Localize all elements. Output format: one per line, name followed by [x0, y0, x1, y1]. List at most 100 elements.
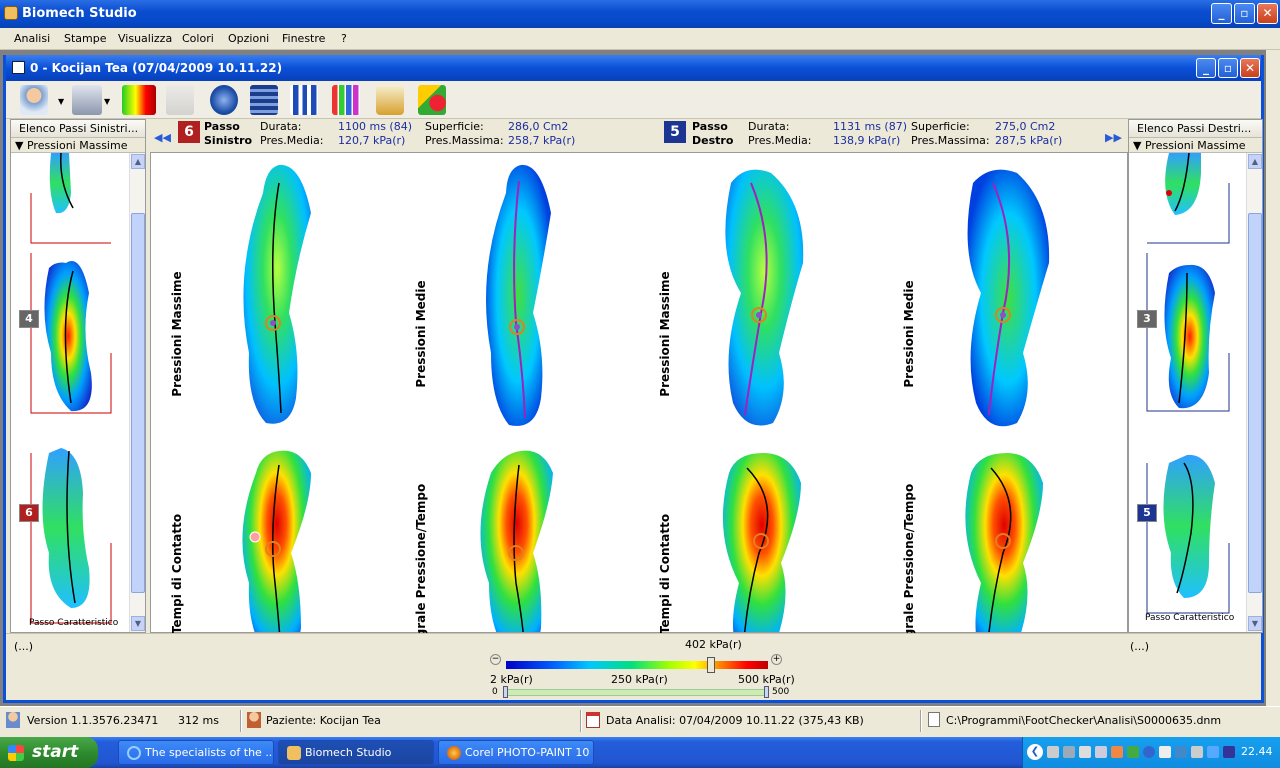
map-pressure-time-integral-left	[480, 450, 553, 632]
left-panel-scrollbar[interactable]: ▲ ▼	[129, 153, 145, 632]
bluetooth-icon[interactable]	[1143, 746, 1155, 758]
left-superficie-label: Superficie:	[425, 120, 484, 133]
print-icon[interactable]	[72, 85, 102, 115]
menu-colori[interactable]: Colori	[182, 32, 214, 45]
right-superficie-label: Superficie:	[911, 120, 970, 133]
right-panel-header[interactable]: Elenco Passi Destri...	[1129, 120, 1262, 138]
range-min-handle[interactable]	[503, 686, 508, 698]
bar-chart-icon[interactable]	[332, 85, 360, 115]
right-panel-scrollbar[interactable]: ▲ ▼	[1246, 153, 1262, 632]
scroll-down-arrow-icon[interactable]: ▼	[1248, 616, 1262, 631]
left-steps-thumbnails[interactable]	[11, 153, 129, 633]
display-icon[interactable]	[1063, 746, 1075, 758]
right-presmax-label: Pres.Massima:	[911, 134, 990, 147]
right-steps-thumbnails[interactable]	[1129, 153, 1247, 633]
patient-dropdown-icon[interactable]: ▼	[58, 97, 64, 106]
left-characteristic-step-caption: Passo Caratteristico	[29, 618, 119, 628]
network-icon[interactable]	[1047, 746, 1059, 758]
next-step-icon[interactable]: ▶▶	[1105, 131, 1122, 144]
right-step-number: 5	[664, 121, 686, 143]
print-dropdown-icon[interactable]: ▼	[104, 97, 110, 106]
app-title-bar: Biomech Studio _ ▫ ✕	[0, 0, 1280, 28]
range-slider-track[interactable]	[506, 689, 768, 696]
status-separator	[580, 710, 582, 732]
film-icon[interactable]	[250, 85, 278, 115]
security-icon[interactable]	[1111, 746, 1123, 758]
scale-slider-handle[interactable]	[707, 657, 715, 673]
volume-icon[interactable]	[1207, 746, 1219, 758]
menu-help[interactable]: ?	[341, 32, 347, 45]
decrease-scale-button[interactable]: −	[490, 654, 501, 665]
step-badge-3[interactable]: 3	[1137, 310, 1157, 328]
pressure-chart-icon[interactable]	[122, 85, 156, 115]
patient-icon[interactable]	[20, 85, 48, 115]
left-panel-header[interactable]: Elenco Passi Sinistri...	[11, 120, 145, 138]
scroll-thumb[interactable]	[1248, 213, 1262, 593]
step-badge-6[interactable]: 6	[19, 504, 39, 522]
previous-step-icon[interactable]: ◀◀	[154, 131, 171, 144]
network-icon[interactable]	[1079, 746, 1091, 758]
feet-icon[interactable]	[290, 85, 318, 115]
system-tray: ❮ 22.44	[1022, 737, 1280, 768]
range-min-label: 0	[492, 687, 498, 697]
usb-icon[interactable]	[1191, 746, 1203, 758]
maximize-button[interactable]: ▫	[1234, 3, 1255, 24]
menu-finestre[interactable]: Finestre	[282, 32, 325, 45]
right-premedia-label: Pres.Media:	[748, 134, 812, 147]
scroll-down-arrow-icon[interactable]: ▼	[131, 616, 145, 631]
menu-opzioni[interactable]: Opzioni	[228, 32, 269, 45]
clock: 22.44	[1241, 745, 1273, 758]
footprint-maps[interactable]	[151, 153, 1127, 632]
step-badge-5[interactable]: 5	[1137, 504, 1157, 522]
right-durata-value: 1131 ms (87)	[833, 120, 908, 133]
map-label-max-pressure-left: Pressioni Massime	[170, 271, 184, 397]
step-badge-4[interactable]: 4	[19, 310, 39, 328]
current-pressure-label: 402 kPa(r)	[685, 638, 742, 651]
scale-icon[interactable]	[376, 85, 404, 115]
left-steps-panel: Elenco Passi Sinistri... ▼ Pressioni Mas…	[10, 119, 146, 633]
scroll-up-arrow-icon[interactable]: ▲	[131, 154, 145, 169]
right-more-link[interactable]: (...)	[1130, 640, 1149, 653]
left-step-label2: Sinistro	[204, 134, 253, 147]
map-pressure-time-integral-right	[965, 453, 1043, 632]
taskbar-item-corel[interactable]: Corel PHOTO-PAINT 10	[438, 740, 594, 765]
close-button[interactable]: ✕	[1257, 3, 1278, 24]
monitor-icon[interactable]	[1175, 746, 1187, 758]
child-minimize-button[interactable]: _	[1196, 58, 1216, 78]
map-contact-time-left	[242, 450, 311, 632]
right-presmax-value: 287,5 kPa(r)	[995, 134, 1063, 147]
right-panel-subheader[interactable]: ▼ Pressioni Massime	[1129, 138, 1262, 153]
step-thumbnail-3-bracket	[30, 193, 111, 244]
status-bar: Version 1.1.3576.23471 312 ms Paziente: …	[0, 706, 1280, 734]
settings-icon[interactable]	[1159, 746, 1171, 758]
window-icon	[12, 61, 25, 74]
map-max-pressure-right	[725, 169, 804, 426]
menu-analisi[interactable]: Analisi	[14, 32, 50, 45]
range-max-handle[interactable]	[764, 686, 769, 698]
network-icon[interactable]	[1095, 746, 1107, 758]
battery-icon[interactable]	[1223, 746, 1235, 758]
start-button[interactable]: start	[0, 737, 98, 768]
taskbar-item-biomech[interactable]: Biomech Studio	[278, 740, 434, 765]
child-maximize-button[interactable]: ▫	[1218, 58, 1238, 78]
globe-icon[interactable]	[210, 85, 238, 115]
child-close-button[interactable]: ✕	[1240, 58, 1260, 78]
left-panel-subheader[interactable]: ▼ Pressioni Massime	[11, 138, 145, 153]
taskbar-item-browser[interactable]: The specialists of the ...	[118, 740, 274, 765]
menu-stampe[interactable]: Stampe	[64, 32, 107, 45]
minimize-button[interactable]: _	[1211, 3, 1232, 24]
tray-expand-icon[interactable]: ❮	[1027, 744, 1043, 760]
scroll-thumb[interactable]	[131, 213, 145, 593]
foot-shade-icon[interactable]	[166, 85, 194, 115]
file-path-text: C:\Programmi\FootChecker\Analisi\S000063…	[946, 714, 1222, 727]
step-thumbnail-6-footprint	[42, 448, 90, 608]
patient-icon	[247, 712, 261, 728]
left-more-link[interactable]: (...)	[14, 640, 33, 653]
increase-scale-button[interactable]: +	[771, 654, 782, 665]
scroll-up-arrow-icon[interactable]: ▲	[1248, 154, 1262, 169]
menu-visualizza[interactable]: Visualizza	[118, 32, 172, 45]
shapes-icon[interactable]	[418, 85, 446, 115]
pressure-color-gradient	[506, 661, 768, 669]
render-time-text: 312 ms	[178, 714, 219, 727]
shield-icon[interactable]	[1127, 746, 1139, 758]
